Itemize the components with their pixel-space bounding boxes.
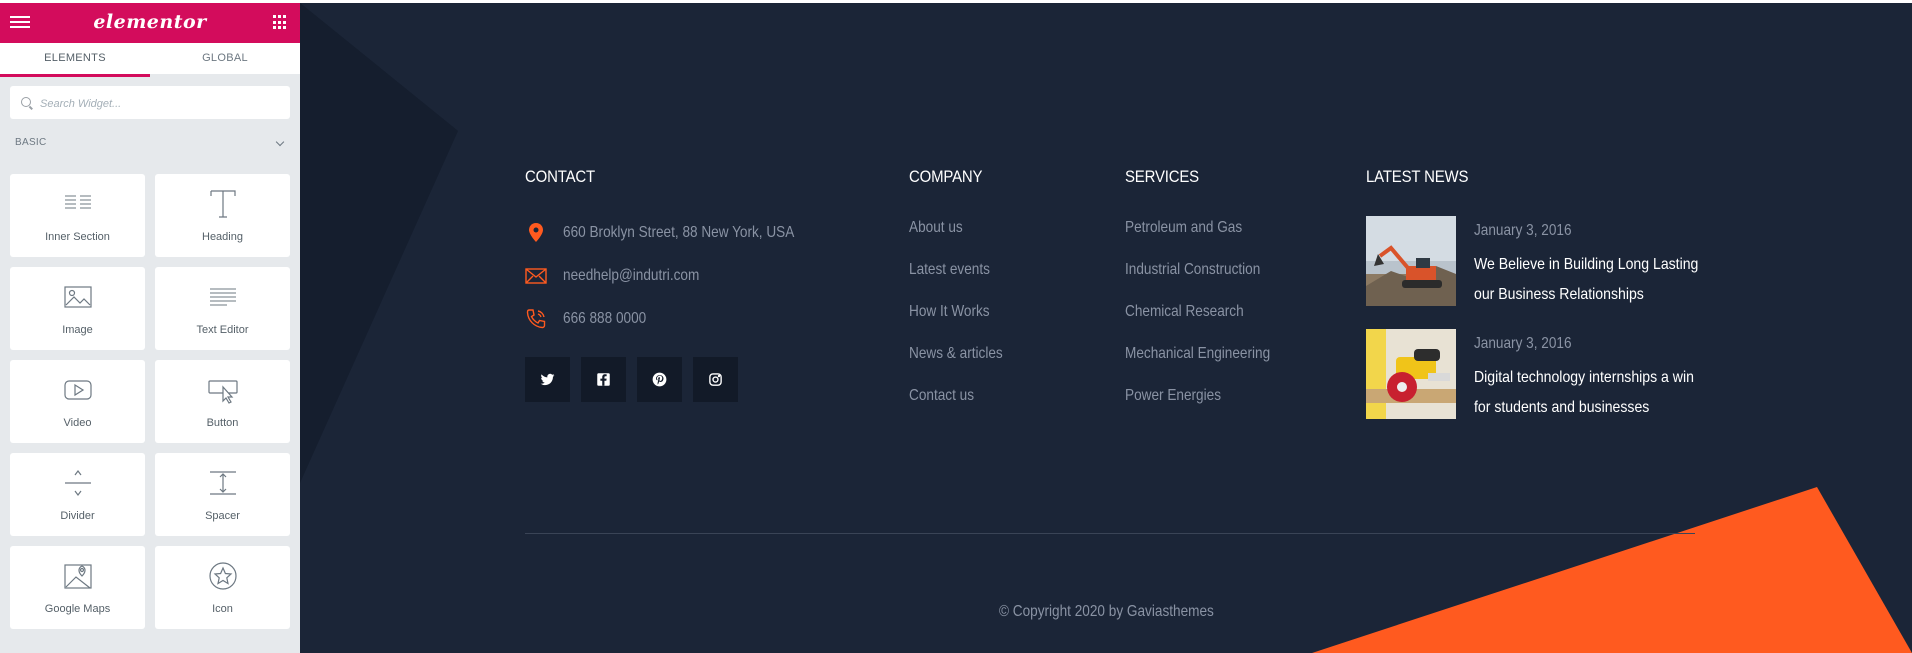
- spacer-icon: [209, 471, 236, 495]
- widget-text-editor[interactable]: Text Editor: [155, 267, 290, 350]
- footer-divider: [525, 533, 1695, 534]
- copyright-text: © Copyright 2020 by Gaviasthemes: [300, 603, 1912, 621]
- tab-global[interactable]: GLOBAL: [150, 43, 300, 77]
- widget-divider[interactable]: Divider: [10, 453, 145, 536]
- inner-section-icon: [64, 195, 91, 209]
- instagram-button[interactable]: [693, 357, 738, 402]
- services-link-construction[interactable]: Industrial Construction: [1125, 261, 1260, 279]
- widget-icon[interactable]: Icon: [155, 546, 290, 629]
- contact-phone[interactable]: 666 888 0000: [563, 310, 646, 328]
- star-icon: [208, 562, 237, 590]
- widget-label: Heading: [202, 231, 243, 243]
- company-link-how-it-works[interactable]: How It Works: [909, 303, 990, 321]
- chevron-down-icon[interactable]: [275, 137, 285, 147]
- news-date: January 3, 2016: [1474, 335, 1572, 352]
- phone-icon: [526, 309, 546, 329]
- services-link-petroleum[interactable]: Petroleum and Gas: [1125, 219, 1242, 237]
- widget-label: Button: [206, 417, 239, 429]
- widget-label: Inner Section: [45, 231, 110, 243]
- heading-icon: [209, 190, 236, 218]
- widget-label: Icon: [212, 603, 233, 615]
- widget-google-maps[interactable]: Google Maps: [10, 546, 145, 629]
- widget-button[interactable]: Button: [155, 360, 290, 443]
- widget-heading[interactable]: Heading: [155, 174, 290, 257]
- services-link-power[interactable]: Power Energies: [1125, 387, 1221, 405]
- editor-panel: elementor ELEMENTS GLOBAL BASIC Inner Se…: [0, 3, 300, 653]
- news-title-link[interactable]: We Believe in Building Long Lasting our …: [1474, 250, 1712, 310]
- widget-label: Video: [63, 417, 92, 429]
- services-title: SERVICES: [1125, 167, 1199, 186]
- news-thumbnail-excavator[interactable]: [1366, 216, 1456, 306]
- services-link-mechanical[interactable]: Mechanical Engineering: [1125, 345, 1270, 363]
- news-thumbnail-saw[interactable]: [1366, 329, 1456, 419]
- contact-email[interactable]: needhelp@indutri.com: [563, 267, 699, 285]
- facebook-icon: [597, 373, 610, 386]
- widget-grid: Inner Section Heading Image Text Editor …: [10, 174, 290, 629]
- map-pin-icon: [529, 223, 543, 242]
- widget-video[interactable]: Video: [10, 360, 145, 443]
- pinterest-icon: [652, 372, 667, 387]
- widget-label: Image: [62, 324, 93, 336]
- panel-header: elementor: [0, 3, 300, 43]
- twitter-icon: [540, 373, 555, 386]
- contact-title: CONTACT: [525, 167, 595, 186]
- facebook-button[interactable]: [581, 357, 626, 402]
- company-link-about[interactable]: About us: [909, 219, 963, 237]
- widget-search: [10, 86, 290, 121]
- panel-tabs: ELEMENTS GLOBAL: [0, 43, 300, 77]
- services-link-chemical[interactable]: Chemical Research: [1125, 303, 1244, 321]
- button-icon: [207, 380, 238, 404]
- company-link-news[interactable]: News & articles: [909, 345, 1003, 363]
- apps-grid-icon[interactable]: [273, 15, 288, 30]
- twitter-button[interactable]: [525, 357, 570, 402]
- widget-spacer[interactable]: Spacer: [155, 453, 290, 536]
- widget-inner-section[interactable]: Inner Section: [10, 174, 145, 257]
- latest-news-title: LATEST NEWS: [1366, 167, 1469, 186]
- tab-elements[interactable]: ELEMENTS: [0, 43, 150, 77]
- widget-label: Divider: [60, 510, 95, 522]
- circular-saw-image: [1366, 329, 1456, 419]
- copyright-label: © Copyright 2020 by Gaviasthemes: [998, 603, 1214, 620]
- brand-logo: elementor: [93, 11, 207, 33]
- pinterest-button[interactable]: [637, 357, 682, 402]
- footer-section: CONTACT 660 Broklyn Street, 88 New York,…: [300, 3, 1912, 653]
- company-title: COMPANY: [909, 167, 983, 186]
- company-link-contact[interactable]: Contact us: [909, 387, 974, 405]
- instagram-icon: [709, 373, 722, 386]
- widget-label: Google Maps: [44, 603, 111, 615]
- google-maps-icon: [63, 564, 92, 589]
- contact-address: 660 Broklyn Street, 88 New York, USA: [563, 224, 795, 241]
- widget-label: Text Editor: [196, 324, 249, 336]
- news-date: January 3, 2016: [1474, 222, 1572, 239]
- video-icon: [63, 380, 92, 400]
- widget-label: Spacer: [205, 510, 240, 522]
- company-link-events[interactable]: Latest events: [909, 261, 990, 279]
- text-editor-icon: [209, 288, 236, 306]
- mail-icon: [525, 268, 547, 284]
- image-icon: [63, 286, 92, 308]
- category-title: BASIC: [15, 137, 47, 148]
- excavator-image: [1366, 216, 1456, 306]
- search-icon: [21, 97, 31, 107]
- search-input[interactable]: [38, 86, 282, 121]
- news-title-link[interactable]: Digital technology internships a win for…: [1474, 363, 1712, 423]
- divider-icon: [64, 470, 91, 496]
- widget-image[interactable]: Image: [10, 267, 145, 350]
